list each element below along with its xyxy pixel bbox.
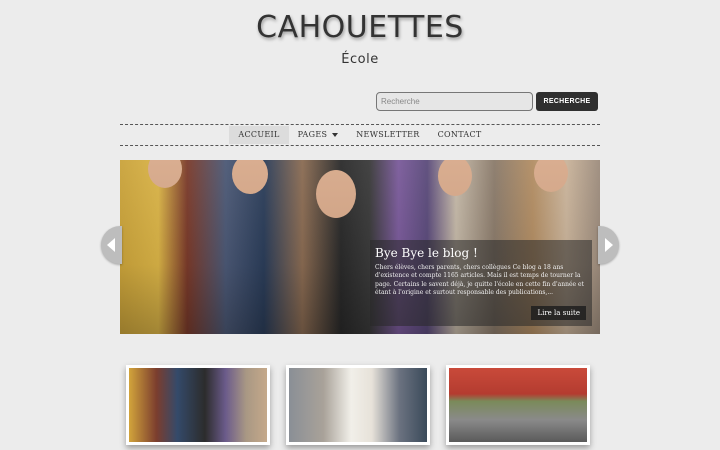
nav-item-pages[interactable]: PAGES [289,126,348,144]
slider-prev-button[interactable] [101,226,122,264]
nav-item-label: PAGES [297,130,328,139]
nav-item-accueil[interactable]: ACCUEIL [229,126,289,144]
article-thumbnail[interactable] [286,365,430,445]
caret-down-icon [332,133,339,137]
main-nav: ACCUEIL PAGES NEWSLETTER CONTACT [120,125,600,145]
article-thumbnail[interactable] [446,365,590,445]
thumbnail-image [289,368,427,442]
thumbnail-image [129,368,267,442]
chevron-right-icon [605,238,613,252]
site-title[interactable]: CAHOUETTES [0,10,720,45]
slide-caption-text: Chers élèves, chers parents, chers collè… [375,264,584,297]
search-input[interactable] [376,92,533,111]
site-subtitle: École [341,52,379,67]
nav-item-contact[interactable]: CONTACT [429,126,491,144]
nav-item-newsletter[interactable]: NEWSLETTER [347,126,428,144]
thumbnail-image [449,368,587,442]
slide-caption-title[interactable]: Bye Bye le blog ! [375,246,586,260]
slide-caption: Bye Bye le blog ! Chers élèves, chers pa… [370,240,592,326]
nav-item-label: NEWSLETTER [356,130,420,139]
nav-item-label: ACCUEIL [238,130,280,139]
slider-next-button[interactable] [598,226,619,264]
nav-divider-bottom [120,145,600,146]
chevron-left-icon [107,238,115,252]
nav-item-label: CONTACT [437,130,482,139]
search-button[interactable]: RECHERCHE [536,92,598,111]
article-thumbnail[interactable] [126,365,270,445]
read-more-button[interactable]: Lire la suite [531,306,586,320]
